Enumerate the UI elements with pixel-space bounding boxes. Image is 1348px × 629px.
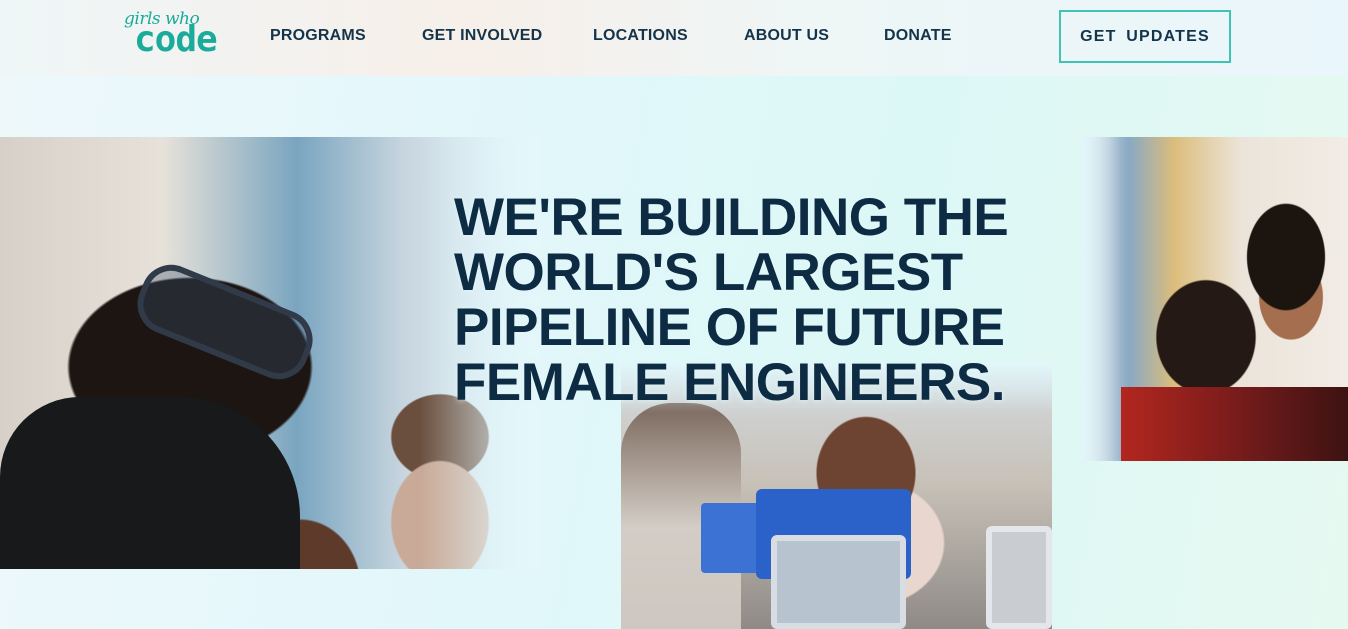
nav-about-us[interactable]: ABOUT US	[744, 27, 829, 45]
headline-line: PIPELINE OF FUTURE	[454, 298, 1005, 357]
nav-programs[interactable]: PROGRAMS	[270, 27, 366, 45]
photo-screen-shape	[771, 535, 906, 629]
nav-get-involved[interactable]: GET INVOLVED	[422, 27, 542, 45]
site-header: girls who code PROGRAMS GET INVOLVED LOC…	[0, 0, 1348, 76]
get-updates-button[interactable]: GET UPDATES	[1059, 10, 1231, 63]
photo-red-shirt-shape	[1121, 387, 1348, 461]
photo-fade	[1081, 137, 1121, 461]
headline-line: WE'RE BUILDING THE	[454, 188, 1009, 247]
logo-code-text: code	[134, 19, 218, 60]
headline-line: FEMALE ENGINEERS.	[454, 353, 1006, 412]
photo-laptop-shape	[986, 526, 1052, 629]
photo-shirt-shape	[0, 397, 300, 569]
girls-who-code-logo[interactable]: girls who code	[122, 9, 237, 61]
nav-donate[interactable]: DONATE	[884, 27, 952, 45]
hero-headline: WE'RE BUILDING THE WORLD'S LARGEST PIPEL…	[454, 190, 1014, 410]
photo-glasses-shape	[128, 255, 322, 389]
headline-line: WORLD'S LARGEST	[454, 243, 963, 302]
hero-photo-students-laptop	[1081, 137, 1348, 461]
nav-locations[interactable]: LOCATIONS	[593, 27, 688, 45]
